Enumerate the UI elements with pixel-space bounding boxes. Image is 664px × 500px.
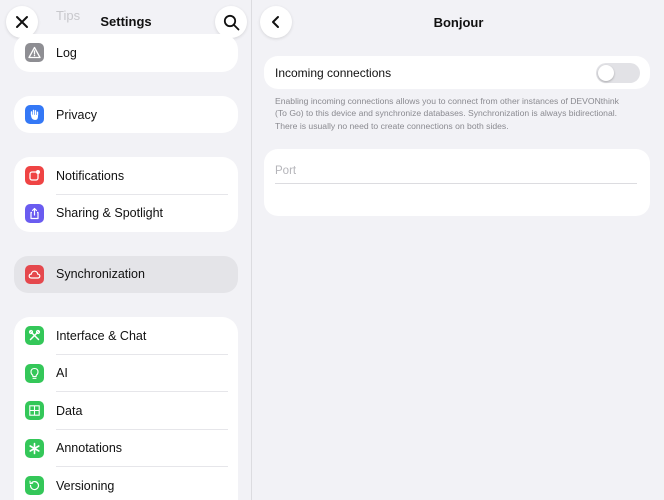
sidebar-item-sharing-spotlight[interactable]: Sharing & Spotlight — [14, 195, 238, 233]
tools-icon — [25, 326, 44, 345]
sidebar-item-label: Interface & Chat — [56, 328, 147, 343]
sidebar-item-label: Versioning — [56, 478, 115, 493]
sidebar-item-label: Privacy — [56, 107, 97, 122]
search-icon — [223, 14, 239, 30]
sidebar-item-ai[interactable]: AI — [14, 355, 238, 392]
history-icon — [25, 476, 44, 495]
sidebar-item-notifications[interactable]: Notifications — [14, 157, 238, 195]
sidebar-item-label: Data — [56, 403, 83, 418]
sidebar-item-label: Log — [56, 46, 77, 60]
sidebar-item-label: Annotations — [56, 441, 123, 456]
sidebar-item-log[interactable]: Log — [14, 34, 238, 72]
sidebar-item-synchronization[interactable]: Synchronization — [14, 256, 238, 293]
port-input[interactable] — [275, 158, 637, 184]
sidebar-item-label: Synchronization — [56, 267, 145, 281]
settings-group-log: Log — [14, 34, 238, 72]
incoming-connections-toggle[interactable] — [596, 63, 640, 83]
sidebar-item-interface-chat[interactable]: Interface & Chat — [14, 317, 238, 355]
sidebar-item-label: AI — [56, 366, 68, 381]
settings-group-privacy: Privacy — [14, 96, 238, 133]
hand-icon — [25, 105, 44, 124]
settings-sidebar: Tips Settings Log Privacy Notifications … — [0, 0, 252, 500]
notification-badge-icon — [25, 166, 44, 185]
bonjour-panel: Bonjour Incoming connections Enabling in… — [253, 0, 664, 500]
sidebar-item-annotations[interactable]: Annotations — [14, 430, 238, 467]
settings-group-interface: Interface & Chat AI Data Annotations Ver… — [14, 317, 238, 500]
sidebar-item-versioning[interactable]: Versioning — [14, 467, 238, 500]
asterisk-icon — [25, 438, 44, 458]
sidebar-item-data[interactable]: Data — [14, 392, 238, 430]
port-card — [264, 149, 650, 216]
incoming-connections-card: Incoming connections — [264, 56, 650, 89]
toggle-knob — [598, 65, 614, 81]
warning-triangle-icon — [25, 43, 44, 62]
sidebar-item-privacy[interactable]: Privacy — [14, 96, 238, 133]
share-icon — [25, 203, 44, 223]
settings-group-notifications: Notifications Sharing & Spotlight — [14, 157, 238, 232]
lightbulb-icon — [25, 363, 44, 383]
sidebar-item-label: Sharing & Spotlight — [56, 206, 164, 221]
incoming-connections-label: Incoming connections — [275, 66, 392, 80]
grid-icon — [25, 401, 44, 420]
page-title: Bonjour — [433, 15, 484, 30]
cloud-icon — [25, 265, 44, 284]
incoming-connections-help: Enabling incoming connections allows you… — [275, 96, 619, 131]
sidebar-item-label: Notifications — [56, 168, 125, 183]
